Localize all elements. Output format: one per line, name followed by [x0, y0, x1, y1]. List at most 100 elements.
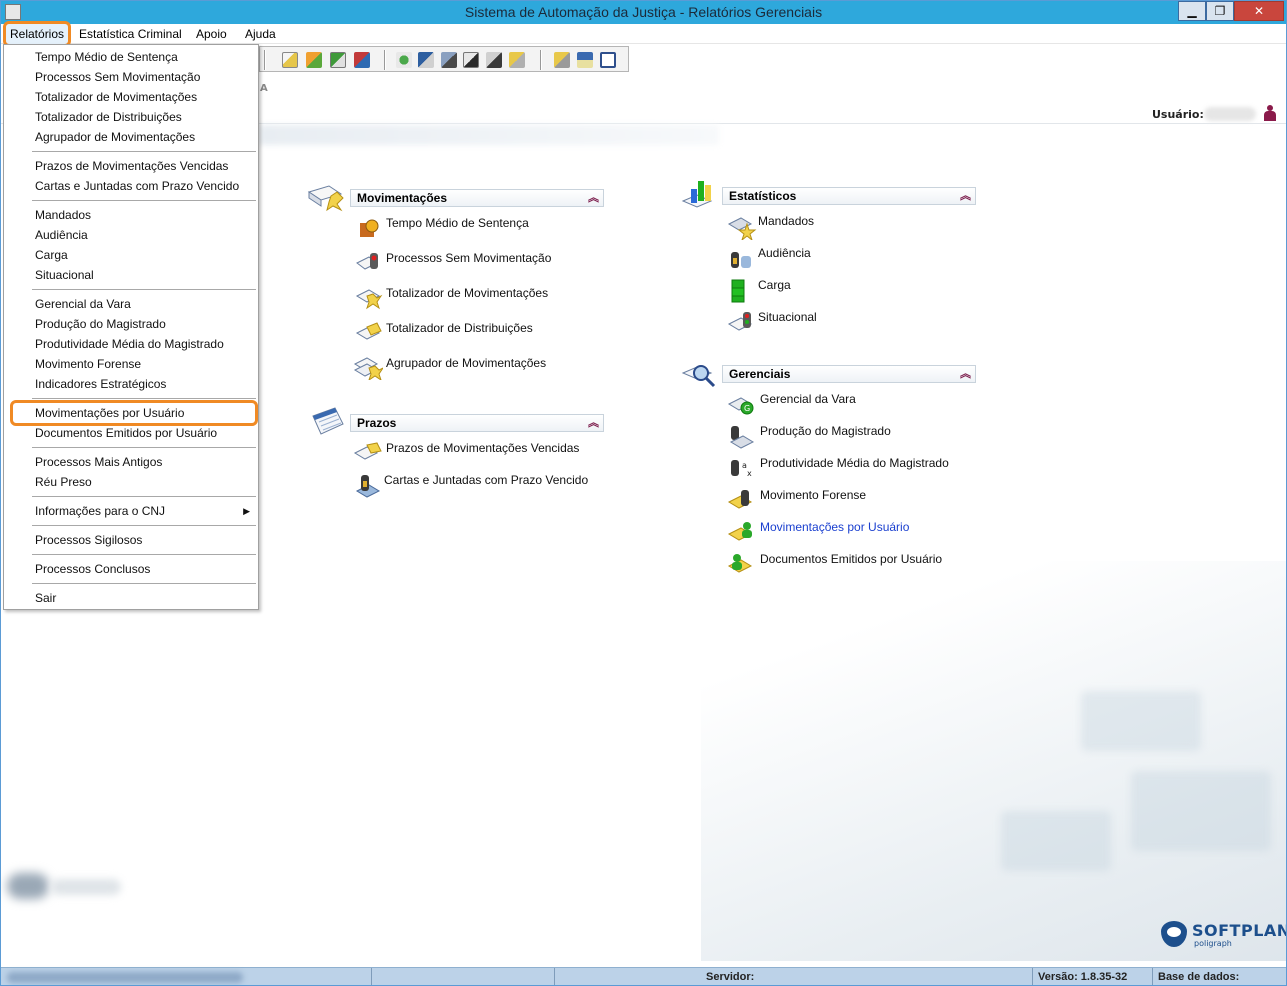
prazos-section-header[interactable]: Prazos ︽ [350, 414, 604, 432]
menu-item-totalizador-distribuicoes[interactable]: Totalizador de Distribuições [4, 107, 258, 127]
agrupador-movimentacoes-icon [353, 356, 385, 382]
cartas-juntadas-icon [355, 473, 381, 498]
user-label: Usuário: [1152, 108, 1204, 121]
calendar-icon[interactable] [577, 52, 593, 68]
link-situacional[interactable]: Situacional [758, 310, 817, 324]
menu-item-producao-do-magistrado[interactable]: Produção do Magistrado [4, 314, 258, 334]
collapse-icon[interactable]: ︽ [588, 415, 599, 431]
link-agrupador-movimentacoes[interactable]: Agrupador de Movimentações [386, 356, 546, 370]
minimize-button[interactable]: ▁ [1178, 1, 1206, 21]
sem-movimentacao-icon [355, 251, 379, 273]
sentenca-icon[interactable] [306, 52, 322, 68]
close-button[interactable]: ✕ [1234, 1, 1284, 21]
link-processos-sem-movimentacao[interactable]: Processos Sem Movimentação [386, 251, 551, 265]
menu-item-documentos-emitidos[interactable]: Documentos Emitidos por Usuário [4, 423, 258, 443]
totalizador-distribuicoes-icon [355, 321, 382, 343]
collapse-icon[interactable]: ︽ [960, 188, 971, 204]
menu-item-agrupador-movimentacoes[interactable]: Agrupador de Movimentações [4, 127, 258, 147]
movimentacoes-icon[interactable] [282, 52, 298, 68]
menu-item-processos-sigilosos[interactable]: Processos Sigilosos [4, 530, 258, 550]
app-window: Sistema de Automação da Justiça - Relató… [0, 0, 1287, 986]
menu-item-totalizador-movimentacoes[interactable]: Totalizador de Movimentações [4, 87, 258, 107]
tempo-medio-icon [357, 215, 381, 237]
produtividade-icon[interactable] [441, 52, 457, 68]
prazos-icon[interactable] [554, 52, 570, 68]
user-icon[interactable] [1263, 105, 1277, 121]
gerenciais-section-title: Gerenciais [729, 367, 791, 381]
movimentacoes-section-header[interactable]: Movimentações ︽ [350, 189, 604, 207]
carga-icon [729, 278, 753, 303]
distribuicoes-icon[interactable] [330, 52, 346, 68]
toolbar-separator [540, 50, 542, 70]
link-produtividade-media-magistrado[interactable]: Produtividade Média do Magistrado [760, 456, 949, 470]
agrupador-icon[interactable] [354, 52, 370, 68]
menu-separator [32, 525, 256, 526]
estatisticos-section-title: Estatísticos [729, 189, 797, 203]
link-tempo-medio-sentenca[interactable]: Tempo Médio de Sentença [386, 216, 529, 230]
menu-item-audiencia[interactable]: Audiência [4, 225, 258, 245]
totalizador-movimentacoes-icon [355, 286, 383, 310]
menu-item-carga[interactable]: Carga [4, 245, 258, 265]
link-producao-do-magistrado[interactable]: Produção do Magistrado [760, 424, 891, 438]
link-movimento-forense[interactable]: Movimento Forense [760, 488, 866, 502]
forense-icon[interactable] [463, 52, 479, 68]
menu-item-tempo-medio-sentenca[interactable]: Tempo Médio de Sentença [4, 47, 258, 67]
menu-separator [32, 447, 256, 448]
link-gerencial-da-vara[interactable]: Gerencial da Vara [760, 392, 856, 406]
link-mandados[interactable]: Mandados [758, 214, 814, 228]
menu-item-indicadores-estrategicos[interactable]: Indicadores Estratégicos [4, 374, 258, 394]
link-documentos-emitidos-por-usuario[interactable]: Documentos Emitidos por Usuário [760, 552, 942, 566]
softplan-logo: SOFTPLAN poligraph [1161, 919, 1286, 949]
menu-bar: Relatórios Estatística Criminal Apoio Aj… [1, 21, 1286, 47]
menu-item-processos-sem-movimentacao[interactable]: Processos Sem Movimentação [4, 67, 258, 87]
menu-item-cartas-juntadas[interactable]: Cartas e Juntadas com Prazo Vencido [4, 176, 258, 196]
menu-item-mandados[interactable]: Mandados [4, 205, 258, 225]
user-name-redacted [1204, 107, 1256, 121]
menu-estatistica-criminal[interactable]: Estatística Criminal [75, 26, 186, 42]
gerenciais-section-header[interactable]: Gerenciais ︽ [722, 365, 976, 383]
link-carga[interactable]: Carga [758, 278, 791, 292]
status-versao: Versão: 1.8.35-32 [1038, 971, 1128, 983]
documentos-icon[interactable] [509, 52, 525, 68]
menu-item-movimentacoes-por-usuario[interactable]: Movimentações por Usuário [10, 400, 258, 426]
gerencial-icon[interactable] [396, 52, 412, 68]
link-prazos-movimentacoes-vencidas[interactable]: Prazos de Movimentações Vencidas [386, 441, 579, 455]
softplan-shield-icon [1161, 921, 1187, 947]
submenu-arrow-icon: ▶ [243, 506, 250, 516]
link-movimentacoes-por-usuario[interactable]: Movimentações por Usuário [760, 520, 909, 534]
title-bar[interactable]: Sistema de Automação da Justiça - Relató… [1, 1, 1286, 24]
estatisticos-section-header[interactable]: Estatísticos ︽ [722, 187, 976, 205]
collapse-icon[interactable]: ︽ [588, 190, 599, 206]
situacional-icon [727, 310, 753, 332]
status-redacted [7, 972, 243, 983]
menu-apoio[interactable]: Apoio [192, 26, 231, 42]
link-audiencia[interactable]: Audiência [758, 246, 811, 260]
menu-item-processos-conclusos[interactable]: Processos Conclusos [4, 559, 258, 579]
mandados-icon [727, 214, 757, 242]
link-totalizador-distribuicoes[interactable]: Totalizador de Distribuições [386, 321, 533, 335]
toolbar-separator [264, 50, 266, 70]
menu-ajuda[interactable]: Ajuda [241, 26, 280, 42]
menu-item-reu-preso[interactable]: Réu Preso [4, 472, 258, 492]
link-cartas-juntadas-prazo-vencido[interactable]: Cartas e Juntadas com Prazo Vencido [384, 473, 588, 487]
menu-item-informacoes-cnj[interactable]: Informações para o CNJ ▶ [4, 501, 258, 521]
menu-item-sair[interactable]: Sair [4, 588, 258, 608]
menu-item-movimento-forense[interactable]: Movimento Forense [4, 354, 258, 374]
link-totalizador-movimentacoes[interactable]: Totalizador de Movimentações [386, 286, 548, 300]
collapse-icon[interactable]: ︽ [960, 366, 971, 382]
report-icon[interactable] [600, 52, 616, 68]
menu-item-prazos-movimentacoes-vencidas[interactable]: Prazos de Movimentações Vencidas [4, 156, 258, 176]
menu-item-produtividade-media[interactable]: Produtividade Média do Magistrado [4, 334, 258, 354]
producao-icon[interactable] [418, 52, 434, 68]
usuario-icon[interactable] [486, 52, 502, 68]
menu-item-processos-mais-antigos[interactable]: Processos Mais Antigos [4, 452, 258, 472]
status-divider [554, 968, 555, 985]
menu-item-situacional[interactable]: Situacional [4, 265, 258, 285]
audiencia-icon [729, 246, 753, 268]
menu-relatorios[interactable]: Relatórios [2, 21, 72, 47]
relatorios-dropdown-menu: Tempo Médio de Sentença Processos Sem Mo… [3, 44, 259, 610]
maximize-button[interactable]: ❐ [1206, 1, 1234, 21]
menu-item-gerencial-da-vara[interactable]: Gerencial da Vara [4, 294, 258, 314]
toolbar [259, 46, 629, 72]
menu-separator [32, 151, 256, 152]
